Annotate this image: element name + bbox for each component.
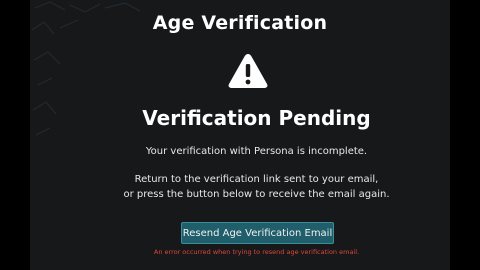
page-title: Age Verification bbox=[152, 12, 328, 34]
error-message: An error occurred when trying to resend … bbox=[153, 248, 360, 256]
message-line-2: or press the button below to receive the… bbox=[123, 189, 390, 200]
warning-icon bbox=[228, 54, 268, 88]
status-heading: Verification Pending bbox=[142, 106, 371, 130]
message-line-1: Return to the verification link sent to … bbox=[134, 174, 379, 185]
status-subtext: Your verification with Persona is incomp… bbox=[145, 146, 368, 157]
page: Age Verification Verification Pending Yo… bbox=[0, 0, 480, 270]
verification-panel: Age Verification Verification Pending Yo… bbox=[30, 0, 450, 270]
resend-email-button[interactable]: Resend Age Verification Email bbox=[181, 222, 334, 244]
status-message: Return to the verification link sent to … bbox=[30, 172, 450, 202]
